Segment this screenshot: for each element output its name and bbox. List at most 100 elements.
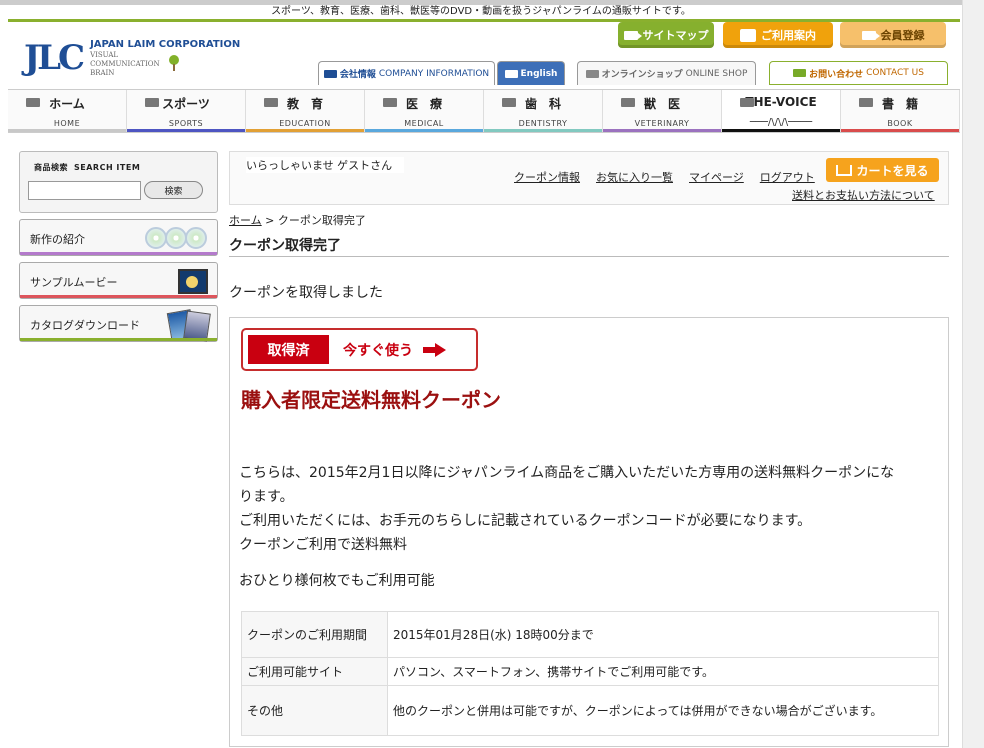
member-icon <box>861 30 880 40</box>
nav-home-label-en: HOME <box>53 119 81 128</box>
breadcrumb: ホーム > クーポン取得完了 <box>229 212 366 228</box>
tree-logo-icon <box>167 55 181 71</box>
logo-subline-2: COMMUNICATION <box>90 60 160 68</box>
view-cart-label: カートを見る <box>856 163 929 178</box>
main-content: いらっしゃいませ ゲストさん クーポン情報 お気に入り一覧 マイページ ログアウ… <box>229 151 949 747</box>
sports-icon <box>145 98 159 107</box>
nav-book[interactable]: 書 籍 BOOK <box>841 90 960 132</box>
mypage-link[interactable]: マイページ <box>689 169 744 185</box>
sample-movie-label: サンプルムービー <box>30 276 118 289</box>
breadcrumb-current: クーポン取得完了 <box>277 214 366 227</box>
nav-home-underline <box>8 129 126 132</box>
main-navigation: ホーム HOME スポーツ SPORTS 教 育 EDUCATION 医 療 M… <box>8 89 960 133</box>
coupon-period-label: クーポンのご利用期間 <box>241 611 388 658</box>
table-row: クーポンのご利用期間 2015年01月28日(水) 18時00分まで <box>241 611 939 658</box>
logout-link[interactable]: ログアウト <box>760 169 815 185</box>
logo-subline-3: BRAIN <box>90 69 115 77</box>
voice-icon <box>740 98 754 107</box>
search-button[interactable]: 検索 <box>144 181 203 199</box>
top-message: スポーツ、教育、医療、歯科、獣医等のDVD・動画を扱うジャパンライムの通販サイト… <box>0 0 962 20</box>
coupon-period-value: 2015年01月28日(水) 18時00分まで <box>387 611 939 658</box>
nav-veterinary-underline <box>603 129 721 132</box>
view-cart-button[interactable]: カートを見る <box>826 158 939 182</box>
company-tab-icon <box>323 69 337 78</box>
nav-dentistry-label-en: DENTISTRY <box>518 119 568 128</box>
coupon-info-link[interactable]: クーポン情報 <box>514 169 580 185</box>
search-input[interactable] <box>28 181 141 200</box>
table-row: ご利用可能サイト パソコン、スマートフォン、携帯サイトでご利用可能です。 <box>241 657 939 686</box>
shop-tab-icon <box>585 69 599 78</box>
contact-tab[interactable]: お問い合わせ CONTACT US <box>769 61 948 85</box>
description-line-3: ご利用いただくには、お手元のちらしに記載されているクーポンコードが必要になります… <box>239 513 812 529</box>
logo-text: JAPAN LAIM CORPORATION VISUAL COMMUNICAT… <box>90 39 240 77</box>
description-line-1: こちらは、2015年2月1日以降にジャパンライム商品をご購入いただいた方専用の送… <box>239 465 895 481</box>
logo-company-name: JAPAN LAIM CORPORATION <box>90 39 241 50</box>
nav-dentistry[interactable]: 歯 科 DENTISTRY <box>484 90 603 132</box>
nav-veterinary-label-en: VETERINARY <box>634 119 690 128</box>
search-title-jp: 商品検索 <box>34 163 68 172</box>
use-now-label: 今すぐ使う <box>343 342 413 359</box>
english-tab-label: English <box>520 68 558 79</box>
nav-education[interactable]: 教 育 EDUCATION <box>246 90 365 132</box>
nav-home[interactable]: ホーム HOME <box>8 90 127 132</box>
english-tab[interactable]: English <box>497 61 565 85</box>
nav-education-label-en: EDUCATION <box>279 119 331 128</box>
contact-tab-label-en: CONTACT US <box>866 68 924 78</box>
table-row: その他 他のクーポンと併用は可能ですが、クーポンによっては併用ができない場合がご… <box>241 685 939 736</box>
description-line-4: クーポンご利用で送料無料 <box>239 537 407 553</box>
site-logo[interactable]: JLC JAPAN LAIM CORPORATION VISUAL COMMUN… <box>24 38 240 78</box>
sitemap-icon <box>623 30 642 40</box>
nav-medical[interactable]: 医 療 MEDICAL <box>365 90 484 132</box>
catalog-books-icon <box>166 309 211 342</box>
available-sites-label: ご利用可能サイト <box>241 657 388 686</box>
breadcrumb-home-link[interactable]: ホーム <box>229 214 262 227</box>
member-register-button[interactable]: 会員登録 <box>840 22 946 48</box>
product-search-panel: 商品検索 SEARCH ITEM 検索 <box>19 151 218 213</box>
catalog-download-label: カタログダウンロード <box>30 319 140 332</box>
search-row: 検索 <box>28 181 209 200</box>
nav-sports[interactable]: スポーツ SPORTS <box>127 90 246 132</box>
logo-mark: JLC <box>24 38 85 78</box>
nav-book-underline <box>841 129 959 132</box>
arrow-right-icon <box>423 342 446 357</box>
contact-tab-icon <box>793 69 807 77</box>
favorites-link[interactable]: お気に入り一覧 <box>596 169 673 185</box>
shop-tab-label-en: ONLINE SHOP <box>685 68 748 79</box>
new-releases-label: 新作の紹介 <box>30 233 85 246</box>
available-sites-value: パソコン、スマートフォン、携帯サイトでご利用可能です。 <box>387 657 939 686</box>
guide-label: ご利用案内 <box>761 29 816 42</box>
nav-the-voice[interactable]: THE-VOICE ───/\/\/\──── <box>722 90 841 132</box>
shipping-payment-link[interactable]: 送料とお支払い方法について <box>792 187 935 203</box>
nav-sports-underline <box>127 129 245 132</box>
use-coupon-button[interactable]: 取得済 今すぐ使う <box>241 328 478 371</box>
nav-sports-label-en: SPORTS <box>168 119 204 128</box>
account-bar: いらっしゃいませ ゲストさん クーポン情報 お気に入り一覧 マイページ ログアウ… <box>229 151 949 205</box>
coupon-details-table: クーポンのご利用期間 2015年01月28日(水) 18時00分まで ご利用可能… <box>241 611 939 736</box>
search-title-en: SEARCH ITEM <box>74 163 141 172</box>
nav-veterinary[interactable]: 獣 医 VETERINARY <box>603 90 722 132</box>
guide-button[interactable]: ご利用案内 <box>723 22 833 48</box>
catalog-download-button[interactable]: カタログダウンロード <box>19 305 218 342</box>
description-line-2: ります。 <box>239 489 294 505</box>
account-links: クーポン情報 お気に入り一覧 マイページ ログアウト <box>514 169 815 185</box>
veterinary-icon <box>621 98 635 107</box>
company-info-tab[interactable]: 会社情報 COMPANY INFORMATION <box>318 61 495 85</box>
welcome-message: いらっしゃいませ ゲストさん <box>246 157 405 173</box>
nav-book-label-en: BOOK <box>887 119 913 128</box>
success-message: クーポンを取得しました <box>229 285 383 301</box>
new-releases-button[interactable]: 新作の紹介 <box>19 219 218 256</box>
nav-the-voice-underline <box>722 129 840 132</box>
coupon-description: こちらは、2015年2月1日以降にジャパンライム商品をご購入いただいた方専用の送… <box>239 461 939 557</box>
online-shop-tab[interactable]: オンラインショップ ONLINE SHOP <box>577 61 756 85</box>
window-scrollbar[interactable] <box>962 0 984 748</box>
other-value: 他のクーポンと併用は可能ですが、クーポンによっては併用ができない場合がございます… <box>387 685 939 736</box>
book-icon <box>859 98 873 107</box>
sample-movie-button[interactable]: サンプルムービー <box>19 262 218 299</box>
page-title: クーポン取得完了 <box>229 235 949 257</box>
member-register-label: 会員登録 <box>880 29 925 42</box>
sitemap-button[interactable]: サイトマップ <box>618 22 714 48</box>
usage-availability: おひとり様何枚でもご利用可能 <box>239 573 435 589</box>
shopping-cart-icon <box>836 164 853 176</box>
company-tab-label-jp: 会社情報 <box>339 70 376 80</box>
home-icon <box>26 98 40 107</box>
